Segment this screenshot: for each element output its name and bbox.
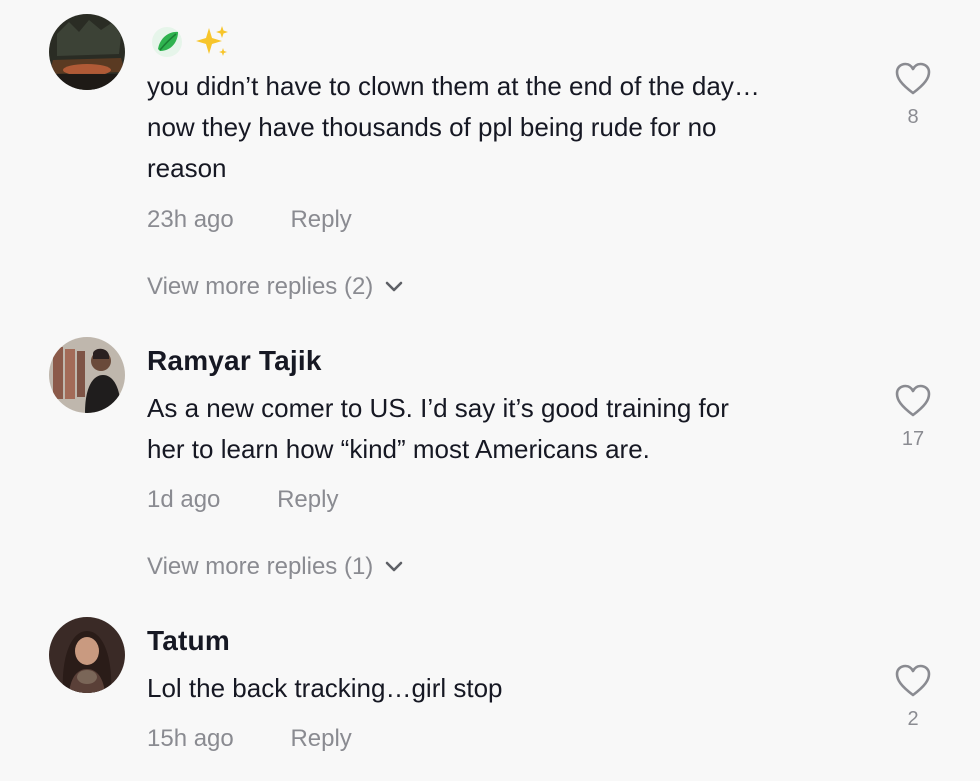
heart-icon[interactable] xyxy=(890,384,936,418)
reply-button[interactable]: Reply xyxy=(290,206,351,233)
comment-author[interactable]: Tatum xyxy=(147,625,230,657)
view-more-replies-label: View more replies (1) xyxy=(147,553,374,580)
comment-author[interactable]: Ramyar Tajik xyxy=(147,345,322,377)
comment-time: 23h ago xyxy=(147,206,234,233)
like-count: 8 xyxy=(907,106,919,128)
comment-time: 15h ago xyxy=(147,725,234,752)
comments-panel: you didn’t have to clown them at the end… xyxy=(0,0,980,781)
avatar[interactable] xyxy=(49,617,125,693)
comment-meta: 23h ago Reply xyxy=(147,206,352,234)
reply-button[interactable]: Reply xyxy=(290,725,351,752)
leaf-icon xyxy=(150,25,184,59)
view-more-replies-label: View more replies (2) xyxy=(147,273,374,300)
view-more-replies-button[interactable]: View more replies (2) xyxy=(147,273,403,301)
chevron-down-icon xyxy=(385,561,403,573)
chevron-down-icon xyxy=(385,281,403,293)
like-button[interactable]: 2 xyxy=(890,664,936,731)
comment-time: 1d ago xyxy=(147,486,221,513)
author-emojis xyxy=(150,22,230,62)
comment-text: you didn’t have to clown them at the end… xyxy=(147,71,760,183)
comment-text: As a new comer to US. I’d say it’s good … xyxy=(147,393,729,464)
reply-button[interactable]: Reply xyxy=(277,486,338,513)
comment-text: Lol the back tracking…girl stop xyxy=(147,673,503,703)
avatar[interactable] xyxy=(49,337,125,413)
comment-meta: 15h ago Reply xyxy=(147,725,352,753)
heart-icon[interactable] xyxy=(890,62,936,96)
like-count: 2 xyxy=(907,708,919,730)
heart-icon[interactable] xyxy=(890,664,936,698)
comment-meta: 1d ago Reply xyxy=(147,486,338,514)
sparkles-icon xyxy=(194,24,230,60)
like-button[interactable]: 8 xyxy=(890,62,936,129)
view-more-replies-button[interactable]: View more replies (1) xyxy=(147,553,403,581)
like-count: 17 xyxy=(901,428,925,450)
like-button[interactable]: 17 xyxy=(890,384,936,451)
avatar[interactable] xyxy=(49,14,125,90)
